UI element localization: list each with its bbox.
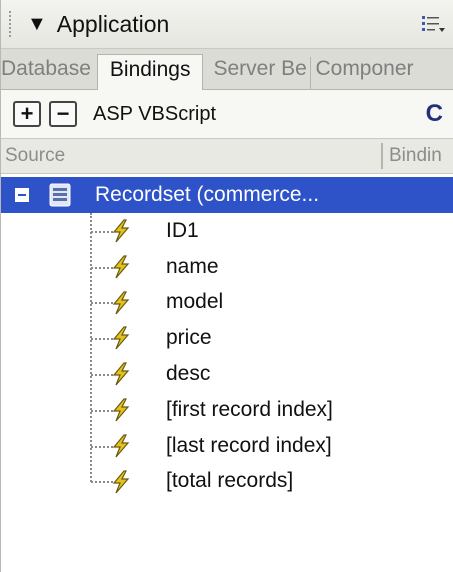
column-source[interactable]: Source [5,145,65,167]
field-label: model [166,290,224,314]
field-row[interactable]: model [1,285,453,321]
lightning-bolt-icon [112,219,130,243]
field-row[interactable]: ID1 [1,213,453,249]
collapse-arrow-icon[interactable]: ▼ [27,13,47,36]
field-row[interactable]: name [1,249,453,285]
add-binding-button[interactable]: + [13,101,41,127]
field-row[interactable]: [last record index] [1,428,453,464]
drag-grip[interactable] [9,11,15,37]
column-separator[interactable] [381,143,383,169]
field-row[interactable]: [first record index] [1,392,453,428]
field-label: [last record index] [166,433,332,457]
field-row[interactable]: price [1,320,453,356]
recordset-label: Recordset (commerce... [95,183,320,206]
tab-database[interactable]: Database [1,57,97,89]
recordset-row[interactable]: Recordset (commerce... [1,177,453,213]
lightning-bolt-icon [112,469,130,493]
panel-title-bar[interactable]: ▼ Application [1,0,453,49]
recordset-fields: ID1 name model price desc [first record index… [1,213,453,499]
options-menu-icon[interactable] [421,14,447,34]
field-label: [first record index] [166,397,333,421]
column-binding[interactable]: Bindin [389,145,442,167]
field-label: price [166,326,212,350]
lightning-bolt-icon [112,362,130,386]
lightning-bolt-icon [112,326,130,350]
remove-binding-button[interactable]: − [49,101,77,127]
panel-tabs: Database Bindings Server Be Componer [1,49,453,90]
field-label: [total records] [166,469,294,493]
minus-icon: − [56,101,70,126]
bindings-toolbar: + − ASP VBScript C [1,90,453,139]
field-row[interactable]: [total records] [1,464,453,500]
tab-server-behaviors[interactable]: Server Be [203,57,312,89]
application-panel: ▼ Application Database Bindings Server B… [0,0,453,572]
lightning-bolt-icon [112,290,130,314]
tab-components[interactable]: Componer [311,57,419,89]
column-header: Source Bindin [1,139,453,174]
field-label: ID1 [166,218,199,242]
collapse-toggle-icon[interactable] [15,188,29,202]
recordset-database-icon [49,183,71,207]
field-row[interactable]: desc [1,356,453,392]
tab-bindings[interactable]: Bindings [96,54,204,90]
document-type-label: ASP VBScript [93,102,217,125]
plus-icon: + [20,101,34,126]
panel-title[interactable]: Application [57,11,170,38]
lightning-bolt-icon [112,434,130,458]
lightning-bolt-icon [112,398,130,422]
field-label: desc [166,362,211,386]
lightning-bolt-icon [112,255,130,279]
bindings-tree: Recordset (commerce... ID1 name model price… [1,177,453,499]
toolbar-overflow-label[interactable]: C [426,100,443,128]
field-label: name [166,254,219,278]
